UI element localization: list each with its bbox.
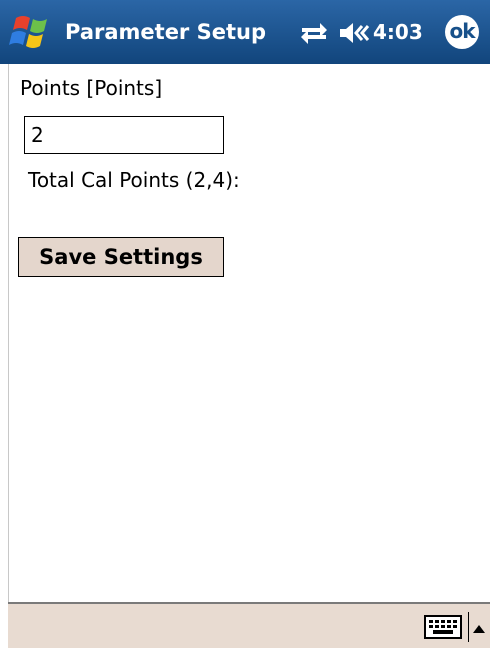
pocketpc-screen: Parameter Setup 4:03 ok Points [Points] … — [0, 0, 490, 648]
triangle-up-icon[interactable] — [472, 620, 486, 633]
clock-time[interactable]: 4:03 — [373, 0, 423, 64]
points-input[interactable] — [24, 116, 224, 154]
speaker-volume-icon[interactable] — [338, 20, 370, 46]
ok-button[interactable]: ok — [445, 15, 479, 49]
sip-divider — [468, 612, 469, 642]
window-title: Parameter Setup — [65, 20, 266, 44]
windows-flag-icon[interactable] — [6, 8, 56, 58]
title-bar: Parameter Setup 4:03 ok — [0, 0, 490, 64]
save-settings-button[interactable]: Save Settings — [18, 237, 224, 277]
keyboard-icon[interactable] — [424, 614, 464, 640]
connectivity-arrows-icon[interactable] — [300, 20, 328, 46]
menu-bar — [8, 602, 490, 648]
points-label: Points [Points] — [20, 76, 163, 100]
total-cal-points-label: Total Cal Points (2,4): — [28, 168, 240, 192]
